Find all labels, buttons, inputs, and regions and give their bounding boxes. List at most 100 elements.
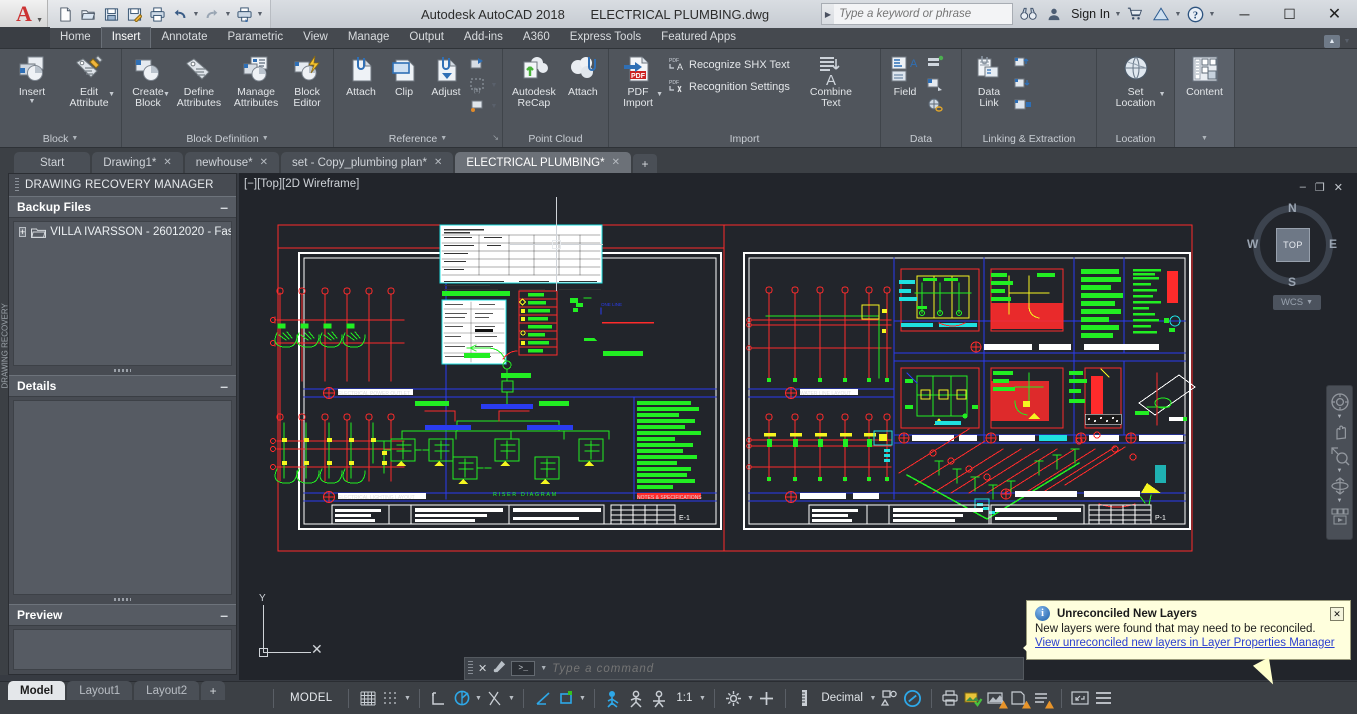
infocenter-search[interactable]: ▶ [820,3,1014,25]
combine-text-button[interactable]: A Combine Text [799,52,863,111]
application-menu-button[interactable]: A ▼ [0,0,48,28]
navigation-bar[interactable]: ▼ ▼ ▼ [1326,385,1353,540]
autodesk-recap-button[interactable]: Autodesk ReCap [507,52,561,111]
isometric-drafting-icon[interactable] [483,687,506,710]
sign-in-button[interactable]: Sign In [1067,7,1114,21]
help-dropdown-icon[interactable]: ▼ [1208,11,1216,18]
chevron-down-icon[interactable]: ▼ [490,103,498,110]
pdf-import-button[interactable]: PDF PDF Import ▼ [613,52,663,111]
save-icon[interactable] [100,3,122,25]
close-icon[interactable]: ✕ [612,157,620,168]
tab-add-ins[interactable]: Add-ins [454,28,513,48]
full-navigation-wheel-icon[interactable] [1329,391,1351,413]
view-cube-top-face[interactable]: TOP [1276,228,1310,262]
balloon-link[interactable]: View unreconciled new layers in Layer Pr… [1027,635,1350,649]
close-icon[interactable]: ✕ [478,662,487,675]
undo-icon[interactable] [169,3,191,25]
attach-reference-button[interactable]: Attach [338,52,384,100]
tab-annotate[interactable]: Annotate [151,28,217,48]
insert-block-button[interactable]: Insert ▼ [4,52,60,107]
chevron-down-icon[interactable]: ▼ [440,131,447,147]
search-input[interactable] [834,4,1013,24]
doc-tab-drawing1[interactable]: Drawing1* ✕ [92,152,183,173]
drag-grip-icon[interactable] [468,661,473,676]
showmotion-icon[interactable] [1329,505,1351,527]
command-line[interactable]: ✕ >_ ▼ [464,657,1024,680]
view-cube[interactable]: N S W E TOP [1247,199,1339,291]
update-table-button[interactable] [926,75,944,95]
annotation-monitor-icon[interactable] [962,687,985,710]
doc-tab-start[interactable]: Start [14,152,91,173]
ribbon-minimize-icon[interactable]: ▲ [1324,35,1340,48]
chevron-down-icon[interactable]: ▼ [868,695,878,702]
help-icon[interactable]: ? [1182,0,1208,28]
data-extraction-button[interactable] [926,54,944,74]
chevron-down-icon[interactable]: ▼ [540,665,547,672]
maximize-button[interactable]: ☐ [1267,0,1312,28]
status-bar-menu-icon[interactable] [1092,687,1115,710]
hardware-acceleration-icon[interactable] [1008,687,1031,710]
panel-dialog-launcher-icon[interactable]: ↘ [492,130,499,146]
autodesk-a360-icon[interactable] [1148,0,1174,28]
download-from-source-button[interactable] [1013,75,1031,95]
chevron-down-icon[interactable]: ▼ [402,695,412,702]
adjust-button[interactable]: Adjust [424,52,468,100]
redo-dropdown-icon[interactable]: ▼ [224,11,232,18]
recognize-shx-text-button[interactable]: PDF A Recognize SHX Text [668,55,790,75]
isolate-objects-icon[interactable] [985,687,1008,710]
expand-icon[interactable]: + [19,227,27,237]
tab-home[interactable]: Home [50,28,101,48]
upload-to-source-button[interactable] [1013,54,1031,74]
define-attributes-button[interactable]: Define Attributes [171,52,227,111]
pan-icon[interactable] [1329,421,1351,443]
section-header-backup-files[interactable]: Backup Files – [9,196,236,218]
layout-tab-model[interactable]: Model [8,681,66,700]
annotation-scale-label[interactable]: 1:1 [671,692,697,704]
manage-attributes-button[interactable]: Manage Attributes [228,52,284,111]
tab-output[interactable]: Output [399,28,454,48]
section-header-preview[interactable]: Preview – [9,604,236,626]
lock-ui-icon[interactable] [901,687,924,710]
chevron-down-icon[interactable]: ▼ [71,131,78,147]
chevron-down-icon[interactable]: ▼ [697,695,707,702]
section-header-details[interactable]: Details – [9,375,236,397]
chevron-down-icon[interactable]: ▼ [1337,414,1343,420]
hyperlink-button[interactable] [926,96,944,116]
create-block-button[interactable]: Create Block ▼ [126,52,170,111]
chevron-down-icon[interactable]: ▼ [1201,131,1208,147]
layout-tab-layout2[interactable]: Layout2 [134,681,200,700]
data-link-update-button[interactable] [1013,96,1031,116]
wcs-dropdown[interactable]: WCS ▼ [1273,295,1321,310]
recognition-settings-button[interactable]: PDF Recognition Settings [668,77,790,97]
field-button[interactable]: A Field [885,52,925,100]
chevron-right-icon[interactable]: ▶ [822,10,834,19]
object-snap-tracking-icon[interactable] [531,687,554,710]
new-document-tab-button[interactable]: + [632,154,657,173]
zoom-extents-icon[interactable] [1329,445,1351,467]
chevron-down-icon[interactable]: ▼ [29,98,36,105]
drawing-status-icon[interactable] [1031,687,1054,710]
search-binoculars-icon[interactable] [1015,0,1041,28]
orbit-icon[interactable] [1329,475,1351,497]
chevron-down-icon[interactable]: ▼ [1337,468,1343,474]
tab-parametric[interactable]: Parametric [218,28,294,48]
xref-bind-button[interactable]: (x) ▼ [469,75,498,95]
close-icon[interactable]: ✕ [163,157,171,168]
minimize-button[interactable]: ─ [1222,0,1267,28]
customize-icon[interactable] [492,660,506,677]
plot-icon[interactable] [146,3,168,25]
chevron-down-icon[interactable]: ▼ [745,695,755,702]
view-cube-east-label[interactable]: E [1329,237,1337,251]
new-icon[interactable] [54,3,76,25]
chevron-down-icon[interactable]: ▼ [577,695,587,702]
redo-icon[interactable] [201,3,223,25]
close-icon[interactable]: ✕ [434,157,442,168]
chevron-down-icon[interactable]: ▼ [108,91,115,98]
backup-files-list[interactable]: + VILLA IVARSSON - 26012020 - Fasad [13,221,232,366]
clip-button[interactable]: Clip [385,52,423,100]
tab-featured-apps[interactable]: Featured Apps [651,28,746,48]
chevron-down-icon[interactable]: ▼ [506,695,516,702]
collapse-icon[interactable]: – [220,608,228,622]
drag-grip-icon[interactable] [15,178,19,192]
view-cube-west-label[interactable]: W [1247,237,1258,251]
